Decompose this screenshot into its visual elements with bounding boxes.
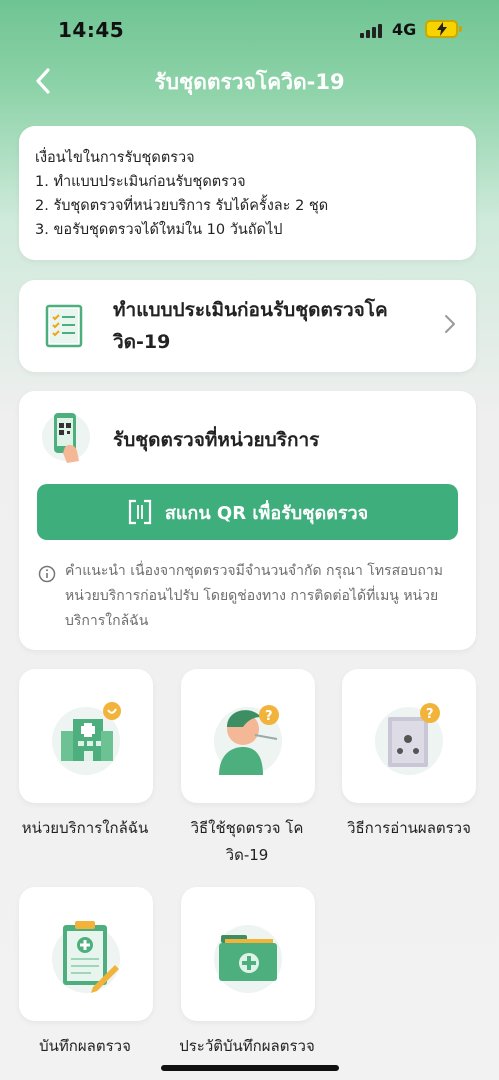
menu-label-record-result: บันทึกผลตรวจ	[39, 1037, 131, 1055]
test-kit-icon: ?	[375, 703, 443, 775]
conditions-card: เงื่อนไขในการรับชุดตรวจ 1. ทำแบบประเมินก…	[19, 126, 476, 260]
menu-tile-how-to-use-kit[interactable]: ?	[181, 669, 315, 803]
condition-item: 2. รับชุดตรวจที่หน่วยบริการ รับได้ครั้งล…	[35, 198, 329, 214]
menu-label-how-to-use-kit: วิธีใช้ชุดตรวจ โควิด-19	[190, 819, 304, 864]
menu-label-nearby-service: หน่วยบริการใกล้ฉัน	[21, 819, 149, 837]
scan-qr-icon	[128, 499, 151, 525]
phone-qr-icon	[42, 413, 90, 463]
hint-text: คำแนะนำ เนื่องจากชุดตรวจมีจำนวนจำกัด กรุ…	[65, 563, 443, 629]
battery-charging-icon	[425, 20, 462, 38]
menu-tile-how-to-read-result[interactable]: ?	[342, 669, 476, 803]
svg-text:?: ?	[265, 709, 273, 724]
status-bar: 14:45 4G	[0, 0, 499, 58]
signal-icon	[360, 22, 384, 38]
menu-tile-record-history[interactable]	[181, 887, 315, 1021]
assessment-card[interactable]: ทำแบบประเมินก่อนรับชุดตรวจโควิด-19	[19, 280, 476, 372]
menu-tile-nearby-service[interactable]	[19, 669, 153, 803]
conditions-heading: เงื่อนไขในการรับชุดตรวจ	[35, 150, 195, 166]
menu-label-record-history: ประวัติบันทึกผลตรวจ	[179, 1037, 315, 1055]
home-indicator	[161, 1065, 339, 1071]
swab-test-icon: ?	[214, 705, 282, 775]
nav-bar: รับชุดตรวจโควิด-19	[0, 58, 499, 104]
checklist-icon	[45, 304, 83, 348]
chevron-right-icon	[445, 315, 455, 333]
condition-item: 3. ขอรับชุดตรวจได้ใหม่ใน 10 วันถัดไป	[35, 222, 283, 238]
condition-item: 1. ทำแบบประเมินก่อนรับชุดตรวจ	[35, 174, 246, 190]
history-folder-icon	[214, 925, 282, 993]
hospital-icon	[52, 702, 121, 775]
info-icon	[38, 565, 56, 583]
scan-qr-label: สแกน QR เพื่อรับชุดตรวจ	[164, 502, 369, 524]
menu-label-how-to-read-result: วิธีการอ่านผลตรวจ	[347, 819, 471, 837]
page-title: รับชุดตรวจโควิด-19	[154, 70, 345, 94]
clipboard-record-icon	[52, 921, 120, 993]
receive-title: รับชุดตรวจที่หน่วยบริการ	[113, 429, 320, 451]
svg-text:?: ?	[426, 707, 434, 722]
network-type: 4G	[392, 20, 417, 39]
receive-card: รับชุดตรวจที่หน่วยบริการ สแกน QR เพื่อรั…	[19, 391, 476, 650]
menu-tile-record-result[interactable]	[19, 887, 153, 1021]
assessment-title: ทำแบบประเมินก่อนรับชุดตรวจโควิด-19	[113, 299, 388, 353]
scan-qr-button[interactable]: สแกน QR เพื่อรับชุดตรวจ	[37, 484, 458, 540]
status-time: 14:45	[58, 18, 125, 42]
